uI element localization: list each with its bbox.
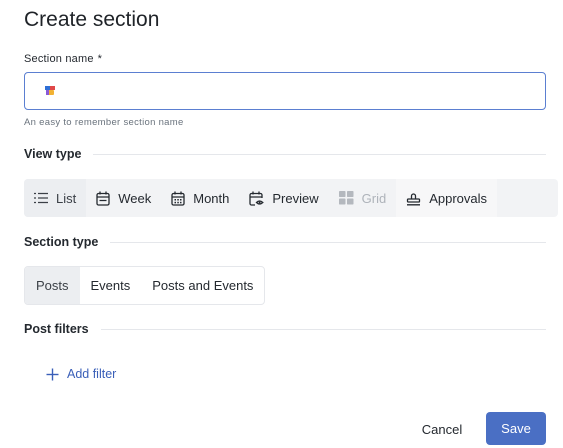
view-option-label: Grid <box>361 190 387 206</box>
section-type-option-posts[interactable]: Posts <box>25 267 80 304</box>
section-name-hint: An easy to remember section name <box>24 117 184 128</box>
view-option-label: Week <box>118 190 152 206</box>
divider <box>100 328 546 330</box>
view-type-selector: List Week Month Preview Grid Approvals <box>24 179 558 217</box>
view-option-approvals[interactable]: Approvals <box>396 179 497 217</box>
section-type-selector: Posts Events Posts and Events <box>24 266 266 305</box>
view-option-label: List <box>56 190 77 206</box>
view-option-list[interactable]: List <box>24 179 87 217</box>
flag-emoji-icon[interactable] <box>45 85 56 96</box>
view-option-grid: Grid <box>329 179 397 217</box>
list-icon <box>34 192 48 204</box>
view-option-week[interactable]: Week <box>86 179 161 217</box>
view-option-label: Approvals <box>429 190 487 206</box>
grid-icon <box>338 191 354 205</box>
required-marker: * <box>97 53 103 65</box>
section-name-label-text: Section name <box>24 53 94 65</box>
post-filters-heading: Post filters <box>24 322 546 336</box>
section-name-label: Section name * <box>24 53 102 65</box>
divider <box>110 241 546 243</box>
view-type-heading-text: View type <box>24 147 82 161</box>
view-option-preview[interactable]: Preview <box>239 179 328 217</box>
section-type-heading: Section type <box>24 235 546 249</box>
view-option-month[interactable]: Month <box>161 179 239 217</box>
plus-icon <box>46 368 59 380</box>
divider <box>93 153 546 155</box>
section-type-option-events[interactable]: Events <box>80 267 142 304</box>
view-option-label: Month <box>193 190 230 206</box>
section-name-input[interactable] <box>24 72 546 110</box>
post-filters-heading-text: Post filters <box>24 322 89 336</box>
calendar-week-icon <box>96 191 110 206</box>
view-option-label: Preview <box>272 190 319 206</box>
calendar-month-icon <box>171 191 185 206</box>
section-type-option-label: Events <box>90 278 131 293</box>
add-filter-button[interactable]: Add filter <box>46 367 116 381</box>
cancel-button[interactable]: Cancel <box>412 413 472 445</box>
section-type-option-label: Posts <box>36 278 69 293</box>
calendar-eye-icon <box>249 191 265 206</box>
section-type-option-posts-and-events[interactable]: Posts and Events <box>141 267 264 304</box>
view-type-heading: View type <box>24 147 546 161</box>
stamp-icon <box>407 192 421 205</box>
add-filter-label: Add filter <box>67 367 117 381</box>
section-type-option-label: Posts and Events <box>152 278 254 293</box>
save-button[interactable]: Save <box>486 412 546 445</box>
page-title: Create section <box>24 8 160 31</box>
section-type-heading-text: Section type <box>24 235 99 249</box>
